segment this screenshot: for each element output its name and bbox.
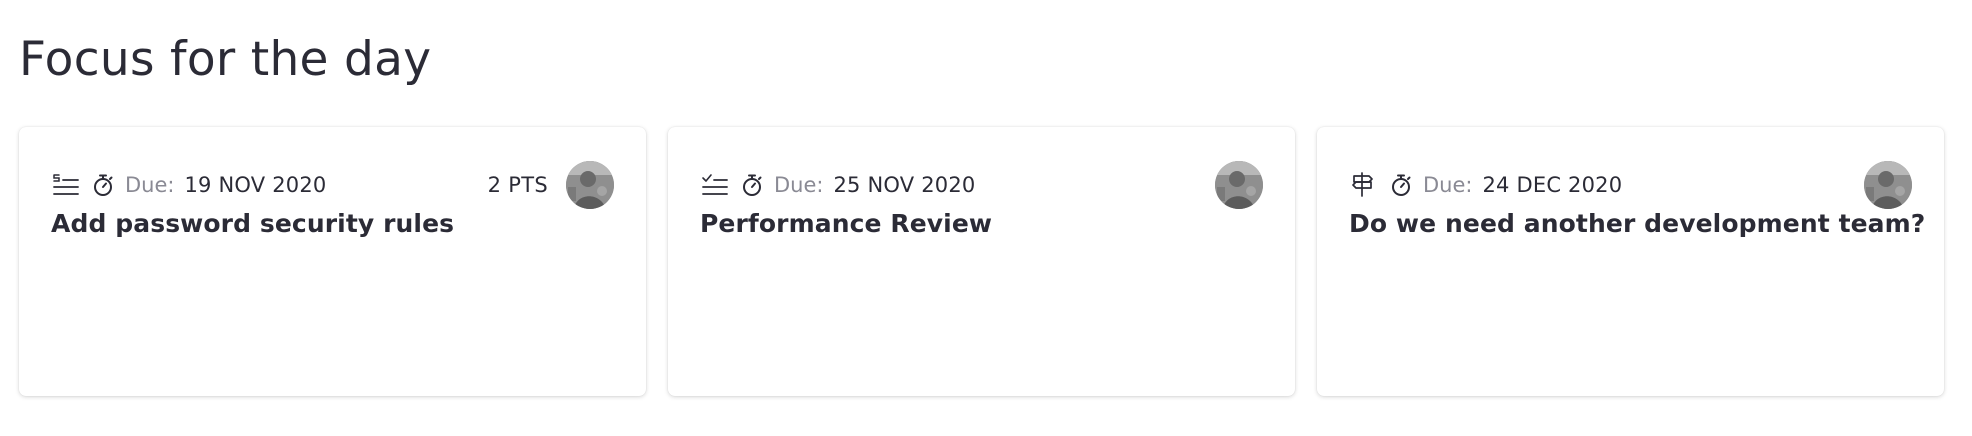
avatar[interactable] <box>566 161 614 209</box>
avatar[interactable] <box>1215 161 1263 209</box>
card-meta: Due: 25 NOV 2020 <box>700 169 975 201</box>
card-title[interactable]: Do we need another development team? <box>1349 209 1925 238</box>
page: Focus for the day Due: 19 NOV 2020 2 PTS… <box>0 0 1972 436</box>
task-card[interactable]: Due: 19 NOV 2020 2 PTS Add password secu… <box>19 127 646 396</box>
stopwatch-icon <box>740 173 764 197</box>
card-title[interactable]: Performance Review <box>700 209 992 238</box>
card-title[interactable]: Add password security rules <box>51 209 454 238</box>
story-icon <box>51 170 81 200</box>
due-label: Due: <box>774 173 824 197</box>
stopwatch-icon <box>91 173 115 197</box>
due-label: Due: <box>1423 173 1473 197</box>
card-list: Due: 19 NOV 2020 2 PTS Add password secu… <box>19 127 1944 396</box>
card-meta: Due: 24 DEC 2020 <box>1349 169 1622 201</box>
story-points: 2 PTS <box>487 173 548 197</box>
due-date: 24 DEC 2020 <box>1482 173 1623 197</box>
card-meta: Due: 19 NOV 2020 <box>51 169 326 201</box>
signpost-icon <box>1349 170 1379 200</box>
page-title: Focus for the day <box>19 32 432 87</box>
due-date: 25 NOV 2020 <box>833 173 976 197</box>
task-card[interactable]: Due: 25 NOV 2020 Performance Review <box>668 127 1295 396</box>
due-label: Due: <box>125 173 175 197</box>
stopwatch-icon <box>1389 173 1413 197</box>
checklist-icon <box>700 170 730 200</box>
avatar[interactable] <box>1864 161 1912 209</box>
task-card[interactable]: Due: 24 DEC 2020 Do we need another deve… <box>1317 127 1944 396</box>
due-date: 19 NOV 2020 <box>184 173 327 197</box>
